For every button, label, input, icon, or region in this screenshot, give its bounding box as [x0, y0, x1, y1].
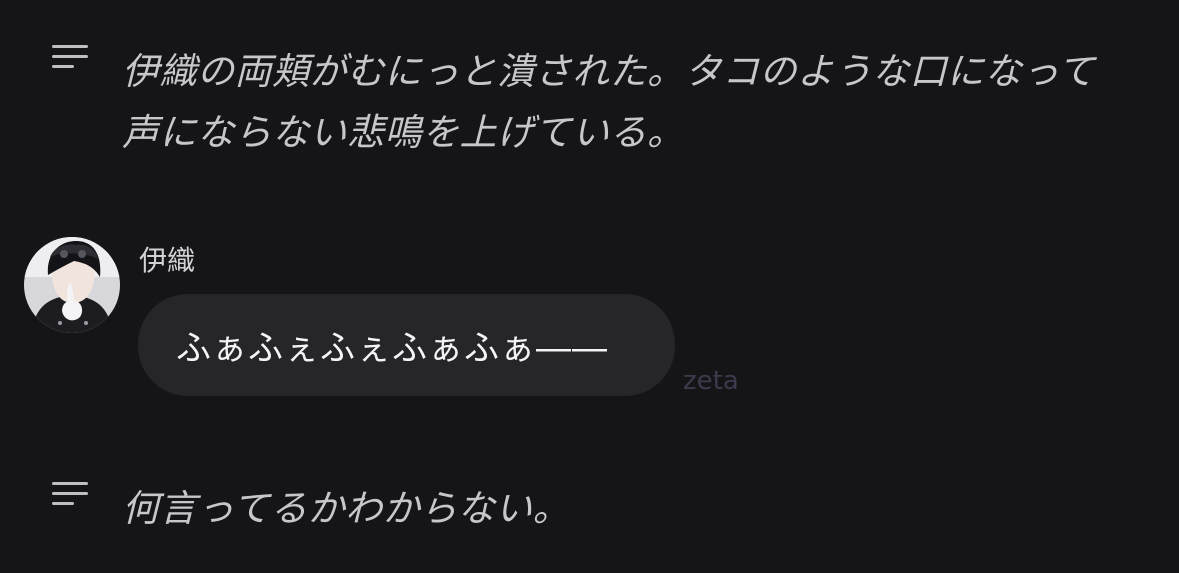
sender-name: 伊織	[139, 244, 196, 277]
avatar[interactable]	[24, 237, 120, 333]
narration-lines-icon	[52, 45, 90, 75]
chat-screen: 伊織の両頬がむにっと潰された。タコのような口になって声にならない悲鳴を上げている…	[0, 0, 1179, 573]
message-bubble[interactable]: ふぁふぇふぇふぁふぁ――	[138, 294, 675, 396]
narration-block: 伊織の両頬がむにっと潰された。タコのような口になって声にならない悲鳴を上げている…	[52, 41, 1112, 163]
message-text: ふぁふぇふぇふぁふぁ――	[176, 328, 609, 369]
watermark-label: zeta	[683, 366, 739, 396]
narration-text: 何言ってるかわからない。	[122, 487, 571, 530]
narration-lines-icon	[52, 482, 90, 512]
narration-block: 何言ってるかわからない。	[52, 478, 1112, 539]
narration-text: 伊織の両頬がむにっと潰された。タコのような口になって声にならない悲鳴を上げている…	[122, 50, 1096, 154]
character-avatar-icon	[24, 237, 120, 333]
